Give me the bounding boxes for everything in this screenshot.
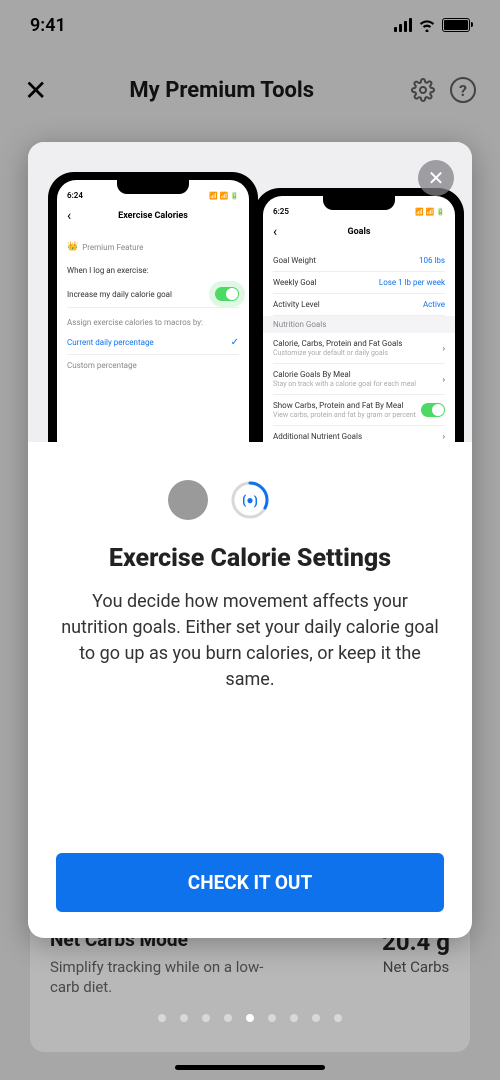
close-icon[interactable]: ✕ [24, 74, 47, 107]
close-icon: ✕ [428, 166, 445, 190]
toggle-icon [421, 403, 445, 417]
modal-title: Exercise Calorie Settings [56, 544, 444, 573]
gear-icon [411, 78, 435, 102]
status-time: 9:41 [30, 15, 66, 36]
check-it-out-button[interactable]: CHECK IT OUT [56, 853, 444, 912]
question-icon: ? [450, 77, 476, 103]
preview-phone-exercise: 6:24📶 📶 🔋 ‹Exercise Calories 👑Premium Fe… [48, 172, 258, 442]
status-icons [394, 18, 470, 32]
page-title: My Premium Tools [47, 78, 396, 103]
help-button[interactable]: ? [450, 77, 476, 103]
battery-icon [442, 18, 470, 32]
wifi-icon [418, 18, 436, 32]
toggle-icon [215, 287, 239, 301]
onboarding-modal: ✕ 6:24📶 📶 🔋 ‹Exercise Calories 👑Premium … [28, 142, 472, 938]
exercise-icon: ⟮●⟯ [230, 480, 270, 520]
signal-icon [394, 18, 412, 32]
close-button[interactable]: ✕ [418, 160, 454, 196]
home-indicator [175, 1065, 325, 1070]
preview-phone-goals: 6:25📶 📶 🔋 ‹Goals Goal Weight106 lbs Week… [254, 188, 464, 442]
page-indicator [0, 1014, 500, 1022]
decorative-circle [168, 480, 208, 520]
settings-button[interactable] [410, 77, 436, 103]
modal-description: You decide how movement affects your nut… [56, 589, 444, 693]
